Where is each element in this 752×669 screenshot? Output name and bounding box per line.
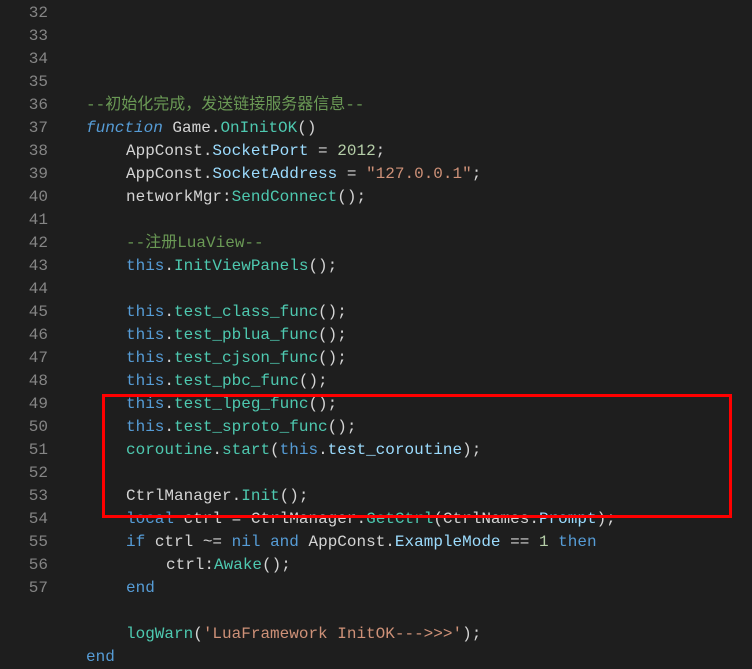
line-number: 54 [0,508,48,531]
line-number: 41 [0,209,48,232]
code-line[interactable]: logWarn('LuaFramework InitOK--->>>'); [66,623,752,646]
line-gutter: 3233343536373839404142434445464748495051… [0,0,66,617]
line-number: 42 [0,232,48,255]
code-line[interactable] [66,600,752,623]
line-number: 45 [0,301,48,324]
code-line[interactable]: coroutine.start(this.test_coroutine); [66,439,752,462]
code-line[interactable]: ctrl:Awake(); [66,554,752,577]
line-number: 40 [0,186,48,209]
code-line[interactable]: this.test_sproto_func(); [66,416,752,439]
line-number: 52 [0,462,48,485]
code-line[interactable] [66,462,752,485]
line-number: 43 [0,255,48,278]
code-line[interactable]: this.InitViewPanels(); [66,255,752,278]
code-line[interactable]: this.test_lpeg_func(); [66,393,752,416]
code-line[interactable]: this.test_pblua_func(); [66,324,752,347]
code-line[interactable]: end [66,646,752,669]
line-number: 47 [0,347,48,370]
line-number: 34 [0,48,48,71]
code-line[interactable] [66,71,752,94]
code-line[interactable] [66,209,752,232]
line-number: 46 [0,324,48,347]
code-line[interactable]: --注册LuaView-- [66,232,752,255]
line-number: 33 [0,25,48,48]
line-number: 48 [0,370,48,393]
code-line[interactable]: this.test_cjson_func(); [66,347,752,370]
code-line[interactable] [66,278,752,301]
line-number: 49 [0,393,48,416]
line-number: 53 [0,485,48,508]
code-line[interactable]: if ctrl ~= nil and AppConst.ExampleMode … [66,531,752,554]
code-line[interactable]: AppConst.SocketAddress = "127.0.0.1"; [66,163,752,186]
line-number: 36 [0,94,48,117]
code-line[interactable]: local ctrl = CtrlManager.GetCtrl(CtrlNam… [66,508,752,531]
code-editor[interactable]: 3233343536373839404142434445464748495051… [0,0,752,617]
code-line[interactable]: function Game.OnInitOK() [66,117,752,140]
line-number: 32 [0,2,48,25]
line-number: 55 [0,531,48,554]
line-number: 38 [0,140,48,163]
code-line[interactable]: AppConst.SocketPort = 2012; [66,140,752,163]
line-number: 51 [0,439,48,462]
code-area[interactable]: --初始化完成，发送链接服务器信息--function Game.OnInitO… [66,0,752,617]
line-number: 35 [0,71,48,94]
line-number: 56 [0,554,48,577]
line-number: 57 [0,577,48,600]
code-line[interactable]: --初始化完成，发送链接服务器信息-- [66,94,752,117]
line-number: 44 [0,278,48,301]
code-line[interactable]: this.test_pbc_func(); [66,370,752,393]
line-number: 50 [0,416,48,439]
code-line[interactable]: this.test_class_func(); [66,301,752,324]
code-line[interactable]: networkMgr:SendConnect(); [66,186,752,209]
code-line[interactable]: CtrlManager.Init(); [66,485,752,508]
line-number: 37 [0,117,48,140]
line-number: 39 [0,163,48,186]
code-line[interactable]: end [66,577,752,600]
